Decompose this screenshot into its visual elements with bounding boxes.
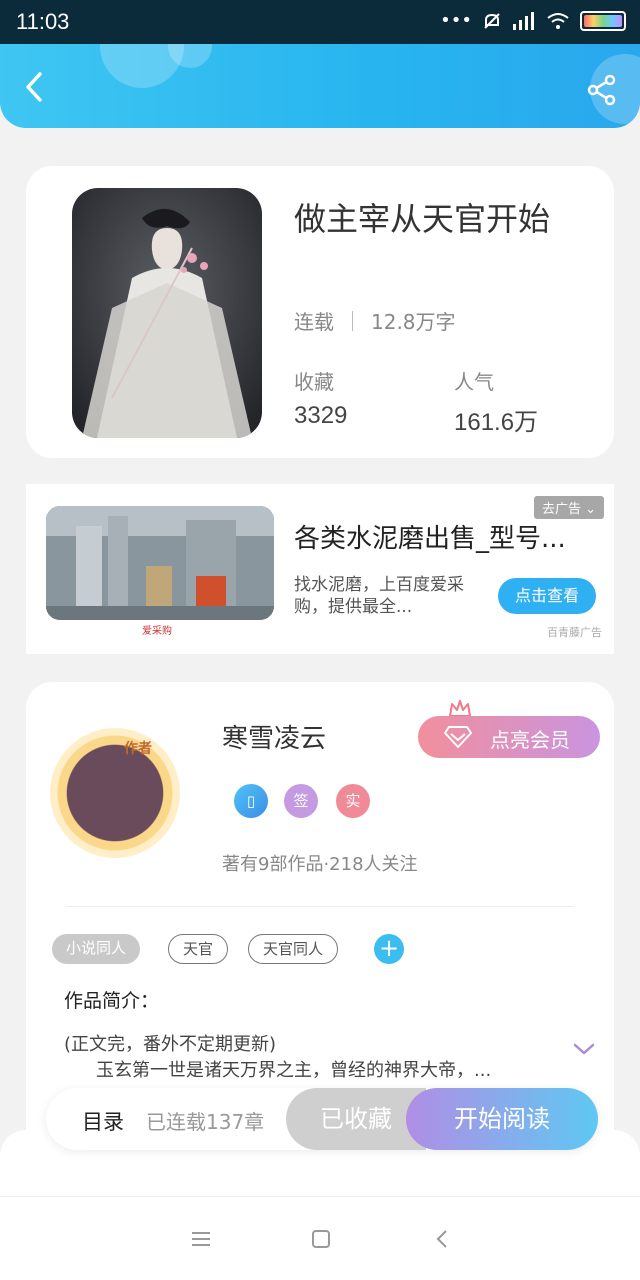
ad-banner[interactable]: 爱采购 去广告 ⌄ 各类水泥磨出售_型号... 找水泥磨，上百度爱采购，提供最全… bbox=[26, 484, 614, 654]
collected-button[interactable]: 已收藏 bbox=[286, 1088, 426, 1150]
chevron-down-icon[interactable] bbox=[572, 1040, 596, 1058]
verified-badge: 实 bbox=[336, 784, 370, 818]
ad-title[interactable]: 各类水泥磨出售_型号... bbox=[294, 518, 574, 555]
tag-item[interactable]: 天官同人 bbox=[248, 934, 339, 964]
author-meta: 著有9部作品·218人关注 bbox=[222, 854, 418, 875]
signal-icon bbox=[513, 11, 534, 30]
author-avatar-tag: 作者 bbox=[124, 741, 152, 757]
ad-description: 找水泥磨，上百度爱采购，提供最全... bbox=[294, 575, 464, 617]
tag-item[interactable]: 小说同人 bbox=[52, 934, 141, 964]
book-cover-image[interactable] bbox=[72, 188, 262, 438]
status-icons: ••• bbox=[440, 10, 626, 31]
action-bar: 目录 已连载137章 已收藏 开始阅读 bbox=[46, 1088, 598, 1150]
status-bar: 11:03 ••• bbox=[0, 0, 640, 44]
system-nav-bar bbox=[0, 1196, 640, 1280]
favorites-value: 3329 bbox=[294, 402, 348, 429]
intro-text-line: 玉玄第一世是诸天万界之主，曾经的神界大帝，... bbox=[96, 1060, 492, 1081]
share-icon[interactable] bbox=[586, 74, 618, 106]
intro-text-line: (正文完，番外不定期更新) bbox=[64, 1034, 277, 1055]
ad-brand: 爱采购 bbox=[142, 626, 172, 637]
vip-button-label: 点亮会员 bbox=[490, 728, 570, 752]
chevron-left-icon[interactable] bbox=[20, 70, 50, 104]
divider bbox=[66, 906, 574, 907]
add-tag-button[interactable]: + bbox=[374, 934, 404, 964]
start-reading-button[interactable]: 开始阅读 bbox=[406, 1088, 598, 1150]
popularity-value: 161.6万 bbox=[454, 409, 539, 436]
back-triangle-icon[interactable] bbox=[428, 1225, 458, 1253]
ad-cta-button[interactable]: 点击查看 bbox=[498, 578, 596, 614]
menu-icon[interactable] bbox=[186, 1225, 216, 1253]
ad-close-button[interactable]: 去广告 ⌄ bbox=[533, 496, 604, 519]
popularity-label: 人气 bbox=[454, 370, 494, 394]
wifi-icon bbox=[547, 12, 569, 29]
favorites-label: 收藏 bbox=[294, 370, 334, 394]
mute-icon bbox=[484, 12, 500, 29]
ad-image[interactable] bbox=[46, 506, 274, 620]
book-status: 连载 bbox=[294, 310, 334, 334]
author-avatar[interactable] bbox=[50, 728, 180, 858]
toc-button[interactable]: 目录 bbox=[82, 1106, 124, 1136]
status-time: 11:03 bbox=[16, 9, 70, 34]
word-count: 12.8万字 bbox=[371, 310, 456, 334]
intro-label: 作品简介： bbox=[64, 990, 160, 1012]
signed-badge: 签 bbox=[284, 784, 318, 818]
book-title: 做主宰从天官开始 bbox=[294, 200, 551, 238]
ad-source: 百青藤广告 bbox=[547, 626, 602, 639]
diamond-icon bbox=[444, 726, 472, 748]
dots-icon: ••• bbox=[440, 10, 472, 31]
chapter-count: 已连载137章 bbox=[146, 1110, 265, 1134]
book-info-card: 做主宰从天官开始 连载 12.8万字 收藏 3329 人气 161.6万 bbox=[26, 166, 614, 458]
battery-icon bbox=[580, 10, 626, 31]
author-name[interactable]: 寒雪凌云 bbox=[222, 718, 326, 755]
tag-item[interactable]: 天官 bbox=[168, 934, 229, 964]
vip-button[interactable]: 点亮会员 bbox=[418, 716, 600, 758]
home-square-icon[interactable] bbox=[306, 1225, 336, 1253]
crown-icon bbox=[449, 700, 471, 717]
book-status-row: 连载 12.8万字 bbox=[294, 306, 456, 335]
header-bar bbox=[0, 44, 640, 128]
phone-badge-icon: ▯ bbox=[234, 784, 268, 818]
